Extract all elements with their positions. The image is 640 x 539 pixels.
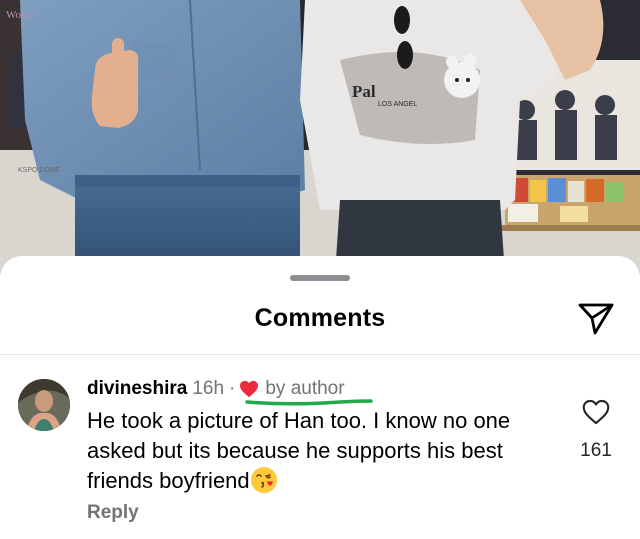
meta-separator: · [229,378,236,399]
post-photo-background: Pal LOS ANGEL World KSPO DOME [0,0,640,275]
header-divider [0,354,640,355]
paper-plane-icon [578,303,614,335]
heart-outline-icon [582,399,610,425]
reply-button[interactable]: Reply [87,502,139,524]
kiss-face-emoji-icon [250,467,277,493]
comments-sheet: Comments divineshira 16h · by author He … [0,256,640,539]
like-count: 161 [580,440,612,461]
avatar[interactable] [18,379,70,431]
sheet-title: Comments [254,304,386,332]
like-button[interactable] [582,399,610,425]
svg-text:Pal: Pal [352,82,376,101]
svg-text:KSPO DOME: KSPO DOME [18,167,61,174]
send-button[interactable] [578,303,614,335]
comment-username[interactable]: divineshira [87,378,187,400]
comment-body: He took a picture of Han too. I know no … [87,408,511,493]
comment-text: He took a picture of Han too. I know no … [87,406,562,496]
comment-time: 16h [192,378,225,399]
sheet-grabber[interactable] [290,275,350,281]
svg-text:World: World [6,9,34,21]
svg-text:LOS ANGEL: LOS ANGEL [378,101,417,108]
